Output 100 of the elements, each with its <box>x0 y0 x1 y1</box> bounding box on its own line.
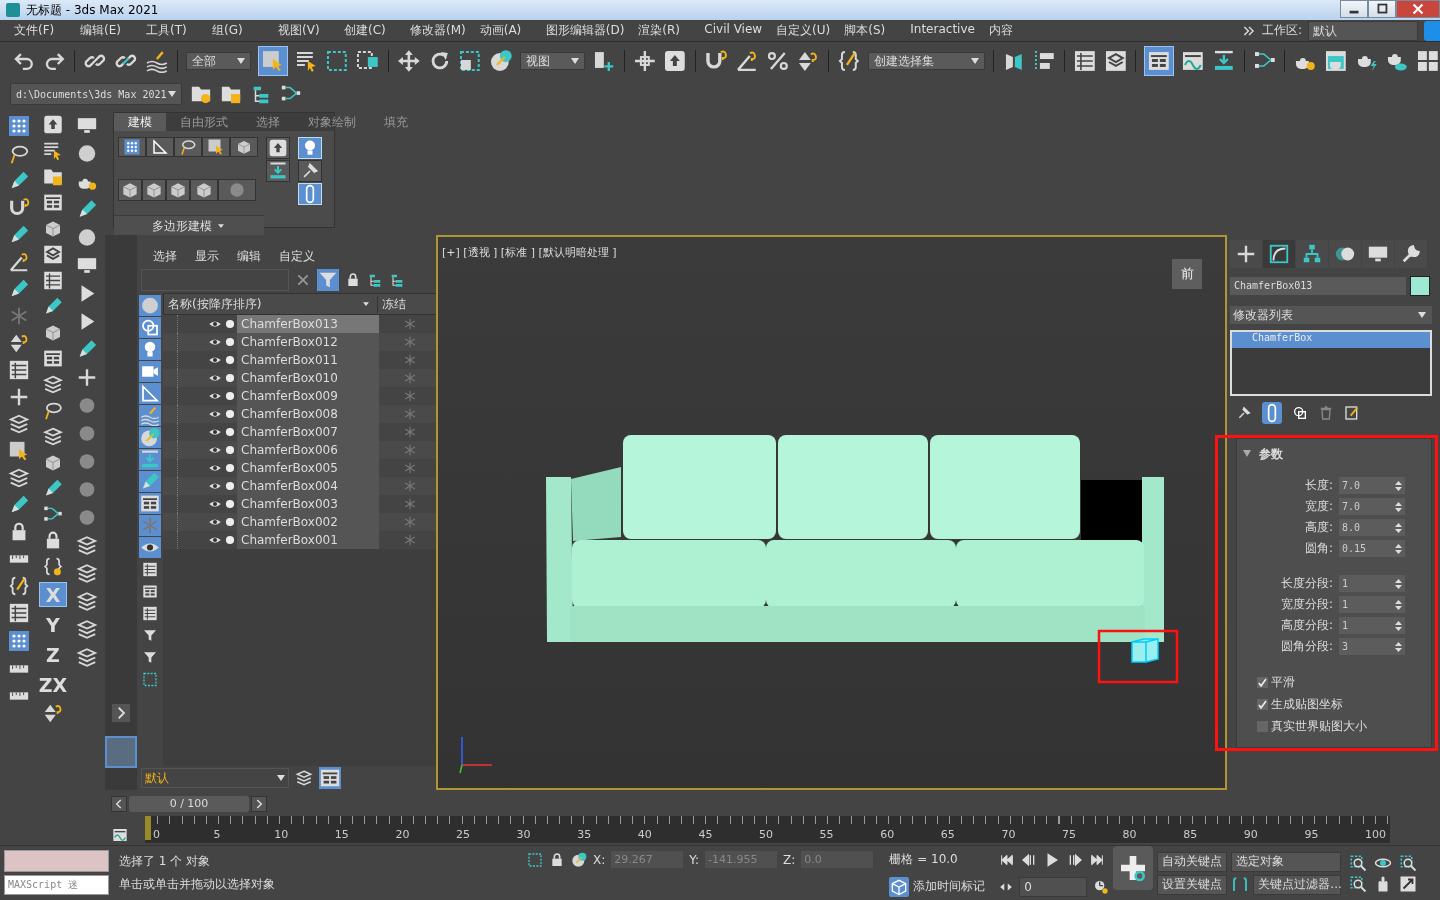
parameter-spinner[interactable]: 0.15 <box>1339 540 1405 557</box>
stack-icon[interactable] <box>76 534 98 557</box>
isolate-icon[interactable] <box>527 851 543 868</box>
menu-item[interactable]: 修改器(M) <box>410 22 480 39</box>
object-name[interactable]: ChamferBox008 <box>237 405 379 423</box>
menu-item[interactable]: 创建(C) <box>344 22 410 39</box>
set-key-button[interactable] <box>1113 846 1154 890</box>
object-name[interactable]: ChamferBox004 <box>237 477 379 495</box>
shapes-filter-icon[interactable] <box>139 317 161 338</box>
object-color-swatch[interactable] <box>1410 276 1430 296</box>
select-object-icon[interactable] <box>257 46 288 76</box>
object-name[interactable]: ChamferBox011 <box>237 351 379 369</box>
render-dot-icon[interactable] <box>223 515 237 529</box>
more-icon[interactable] <box>1241 23 1256 38</box>
pivot-icon[interactable] <box>592 49 616 73</box>
object-name[interactable]: ChamferBox005 <box>237 459 379 477</box>
table-icon[interactable] <box>1072 49 1097 73</box>
menu-item[interactable]: 视图(V) <box>278 22 344 39</box>
maximize-icon[interactable] <box>1399 874 1418 893</box>
shrink-icon[interactable] <box>142 179 166 201</box>
checkbox[interactable] <box>1257 720 1268 732</box>
render-dot-icon[interactable] <box>223 353 237 367</box>
close-button[interactable] <box>1396 0 1440 18</box>
checkbox[interactable] <box>1257 676 1268 688</box>
dropdown-caret-icon[interactable] <box>168 91 176 97</box>
dropdown-caret-icon[interactable] <box>277 775 285 781</box>
grid-icon[interactable] <box>1416 49 1440 73</box>
key-filters-button[interactable]: 关键点过滤器... <box>1253 874 1342 895</box>
table-icon[interactable] <box>42 270 64 291</box>
selection-filter-dropdown[interactable]: 全部 <box>185 52 251 70</box>
render-dot-icon[interactable] <box>223 461 237 475</box>
stack-down-icon[interactable] <box>266 160 290 182</box>
column-header[interactable]: 冻结 <box>378 295 440 313</box>
viewport-label[interactable]: [+] [透视 ] [标准 ] [默认明暗处理 ] <box>442 245 617 260</box>
eye-filter-icon[interactable] <box>139 537 161 558</box>
render-dot-icon[interactable] <box>223 497 237 511</box>
menu-item[interactable]: Civil View <box>704 22 777 39</box>
make-unique-icon[interactable] <box>1292 405 1308 421</box>
edge-icon[interactable] <box>146 137 174 157</box>
menu-item[interactable]: 自定义(U) <box>776 22 845 39</box>
panels-icon[interactable] <box>42 348 64 369</box>
display-icon[interactable] <box>1362 240 1394 268</box>
border-icon[interactable] <box>174 137 202 157</box>
parameter-spinner[interactable]: 1 <box>1339 617 1405 634</box>
menu-item[interactable]: 工具(T) <box>146 22 212 39</box>
panels-icon[interactable] <box>1144 46 1175 76</box>
render-dot-icon[interactable] <box>223 407 237 421</box>
link-badge-icon[interactable] <box>1424 20 1440 41</box>
object-name[interactable]: ChamferBox002 <box>237 513 379 531</box>
braces-icon[interactable] <box>7 575 31 597</box>
object-name[interactable]: ChamferBox006 <box>237 441 379 459</box>
stack-icon[interactable] <box>76 618 98 641</box>
edit-selection-icon[interactable] <box>837 49 861 73</box>
grow-icon[interactable] <box>118 179 142 201</box>
stack-icon[interactable] <box>76 590 98 613</box>
sphere-icon[interactable] <box>76 142 98 165</box>
lock-icon[interactable] <box>345 272 361 288</box>
object-name[interactable]: ChamferBox003 <box>237 495 379 513</box>
upload-icon[interactable] <box>42 114 64 135</box>
stack-icon[interactable] <box>7 413 31 435</box>
show-end-result-icon[interactable] <box>1262 402 1282 424</box>
maximize-button[interactable] <box>1368 0 1396 18</box>
ribbon-tab[interactable]: 建模 <box>114 113 166 131</box>
menu-item[interactable]: 编辑(E) <box>80 22 146 39</box>
curve-toggle-icon[interactable] <box>111 827 129 843</box>
rollout-title[interactable]: 参数 <box>1259 445 1283 463</box>
rectangle-region-icon[interactable] <box>325 49 350 73</box>
render-dot-icon[interactable] <box>223 425 237 439</box>
polygon-icon[interactable] <box>202 137 230 157</box>
plane-snap-icon[interactable] <box>42 702 64 724</box>
stack-icon[interactable] <box>42 426 64 447</box>
menu-item[interactable]: 文件(F) <box>14 22 80 39</box>
hierarchy-icon[interactable] <box>367 272 383 288</box>
reference-coordinate-dropdown[interactable]: 视图 <box>519 52 586 70</box>
maxscript-field[interactable]: MAXScript 迷 <box>4 875 109 895</box>
zoom-icon[interactable] <box>1349 853 1368 872</box>
panels-icon[interactable] <box>42 192 64 213</box>
workspace-dropdown[interactable]: 默认 <box>1308 20 1418 41</box>
absolute-mode-icon[interactable] <box>571 851 587 868</box>
ribbon-tab[interactable]: 对象绘制 <box>294 113 370 131</box>
upload-icon[interactable] <box>663 49 688 73</box>
camera-filter-icon[interactable] <box>139 361 161 382</box>
table-icon[interactable] <box>7 602 31 624</box>
parameter-spinner[interactable]: 1 <box>1339 596 1405 613</box>
hierarchy-icon[interactable] <box>389 272 405 288</box>
dropdown-caret-icon[interactable] <box>970 58 979 64</box>
percent-snap-icon[interactable] <box>765 49 790 73</box>
selection-lock-icon[interactable] <box>549 851 565 868</box>
crosshair-icon[interactable] <box>632 49 657 73</box>
render-dot-icon[interactable] <box>223 443 237 457</box>
zoom-region-icon[interactable] <box>1349 874 1368 893</box>
time-tag-icon[interactable] <box>889 876 910 897</box>
axis-constraint-button[interactable]: ZX <box>39 672 67 697</box>
panels-filter-icon[interactable] <box>139 493 161 514</box>
motion-icon[interactable] <box>1329 240 1361 268</box>
time-config-icon[interactable] <box>1093 878 1110 895</box>
remove-modifier-icon[interactable] <box>1318 405 1334 421</box>
menu-item[interactable]: 显示 <box>195 247 219 265</box>
menu-item[interactable]: 图形编辑器(D) <box>545 22 639 39</box>
ribbon-tab[interactable]: 填充 <box>370 113 422 131</box>
